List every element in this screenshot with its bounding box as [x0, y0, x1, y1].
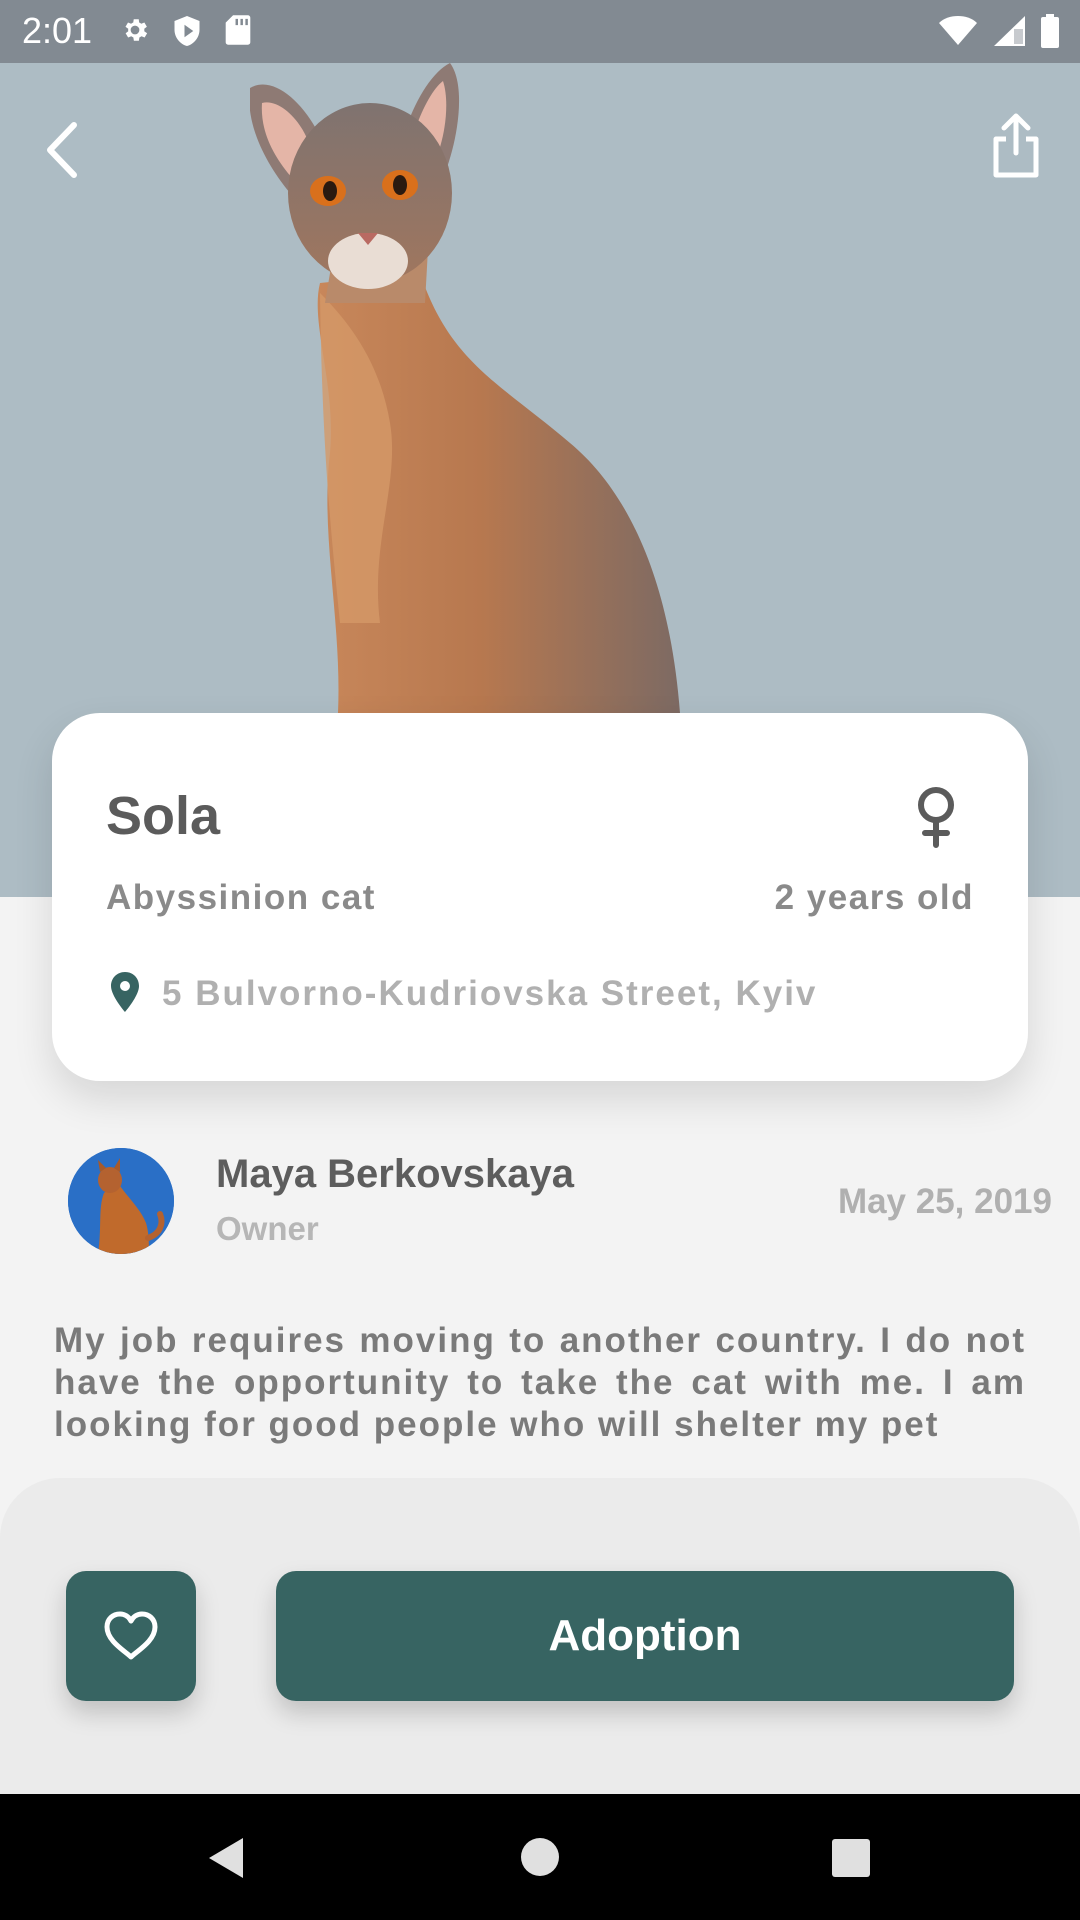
- status-icons-right: [938, 14, 1060, 48]
- status-time: 2:01: [22, 10, 93, 51]
- signal-icon: [994, 16, 1025, 46]
- pet-age: 2 years old: [774, 878, 974, 917]
- cat-photo: [250, 63, 680, 713]
- pet-name: Sola: [106, 786, 221, 846]
- location-pin-icon: [111, 972, 139, 1012]
- owner-avatar[interactable]: [68, 1148, 174, 1254]
- pet-info-card: Sola Abyssinion cat 2 years old 5 Bulvor…: [52, 713, 1028, 1081]
- owner-role: Owner: [216, 1210, 319, 1247]
- sd-card-icon: [225, 15, 251, 45]
- pet-address: 5 Bulvorno-Kudriovska Street, Kyiv: [162, 974, 818, 1013]
- heart-icon: [104, 1611, 158, 1660]
- system-nav-bar: [0, 1794, 1080, 1920]
- pet-breed: Abyssinion cat: [106, 878, 376, 917]
- back-button[interactable]: [38, 115, 88, 185]
- action-panel: Adoption: [0, 1478, 1080, 1794]
- wifi-icon: [939, 16, 977, 45]
- avatar-cat-image: [68, 1148, 174, 1254]
- status-bar: 2:01: [0, 0, 1080, 63]
- status-icons-left: [120, 14, 252, 48]
- share-button[interactable]: [990, 113, 1042, 179]
- post-date: May 25, 2019: [837, 1182, 1052, 1221]
- nav-back-icon[interactable]: [205, 1834, 247, 1882]
- owner-name: Maya Berkovskaya: [216, 1152, 575, 1196]
- battery-icon: [1041, 14, 1059, 48]
- adoption-button[interactable]: Adoption: [276, 1571, 1014, 1701]
- nav-home-icon[interactable]: [521, 1838, 559, 1876]
- shield-icon: [174, 16, 200, 46]
- nav-recents-icon[interactable]: [832, 1839, 870, 1877]
- female-icon: [918, 787, 954, 848]
- pet-detail-screen: 2:01 Sola Abyssinion cat 2 years old 5 B…: [0, 0, 1080, 1920]
- pet-description: My job requires moving to another countr…: [54, 1321, 1026, 1444]
- gear-icon: [125, 19, 148, 41]
- favorite-button[interactable]: [66, 1571, 196, 1701]
